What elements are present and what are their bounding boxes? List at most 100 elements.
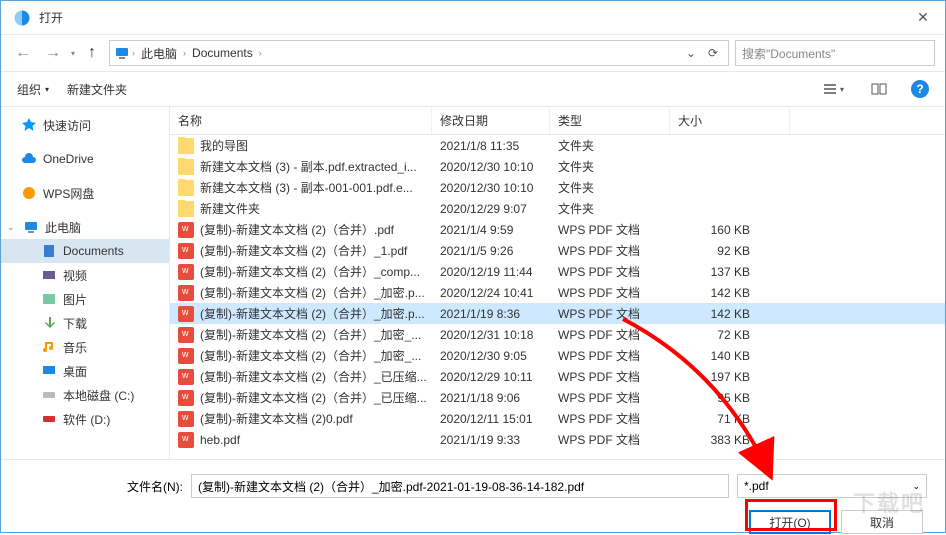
sidebar-item-music[interactable]: 音乐 [1, 335, 169, 359]
folder-icon [178, 180, 194, 196]
pic-icon [41, 291, 57, 307]
desk-icon [41, 363, 57, 379]
folder-icon [178, 138, 194, 154]
wps-icon [21, 185, 37, 201]
app-logo-icon [13, 9, 31, 27]
sidebar-item-star[interactable]: 快速访问 [1, 113, 169, 137]
sidebar-item-cloud[interactable]: OneDrive [1, 147, 169, 171]
soft-icon [41, 411, 57, 427]
file-type: WPS PDF 文档 [550, 410, 670, 427]
pdf-icon [178, 264, 194, 280]
sidebar-item-label: 软件 (D:) [63, 411, 110, 428]
file-name: (复制)-新建文本文档 (2)（合并）_加密.p... [200, 284, 425, 301]
path-refresh-button[interactable]: ⟳ [702, 42, 724, 64]
sidebar-item-monitor[interactable]: ⌄此电脑 [1, 215, 169, 239]
sidebar-item-pic[interactable]: 图片 [1, 287, 169, 311]
sidebar-item-label: 音乐 [63, 339, 87, 356]
help-button[interactable]: ? [911, 80, 929, 98]
file-row[interactable]: (复制)-新建文本文档 (2)（合并）_加密.p...2020/12/24 10… [170, 282, 945, 303]
pdf-icon [178, 348, 194, 364]
sidebar-item-vid[interactable]: 视频 [1, 263, 169, 287]
filename-label: 文件名(N): [1, 478, 183, 495]
sidebar-item-label: 图片 [63, 291, 87, 308]
file-date: 2021/1/5 9:26 [432, 244, 550, 258]
open-button[interactable]: 打开(O) [749, 510, 831, 534]
organize-menu[interactable]: 组织 ▾ [17, 81, 49, 98]
pdf-icon [178, 369, 194, 385]
view-preview-button[interactable] [865, 78, 893, 100]
nav-back-button[interactable]: ← [11, 41, 35, 65]
vid-icon [41, 267, 57, 283]
search-input[interactable]: 搜索"Documents" [735, 40, 935, 66]
file-row[interactable]: 我的导图2021/1/8 11:35文件夹 [170, 135, 945, 156]
file-type: 文件夹 [550, 137, 670, 154]
sidebar-item-wps[interactable]: WPS网盘 [1, 181, 169, 205]
nav-forward-button[interactable]: → [41, 41, 65, 65]
file-type: WPS PDF 文档 [550, 347, 670, 364]
cancel-button[interactable]: 取消 [841, 510, 923, 534]
file-date: 2021/1/4 9:59 [432, 223, 550, 237]
sidebar-item-doc[interactable]: Documents [1, 239, 169, 263]
pdf-icon [178, 327, 194, 343]
sidebar-item-disk[interactable]: 本地磁盘 (C:) [1, 383, 169, 407]
path-segment[interactable]: 此电脑 [137, 43, 181, 64]
file-row[interactable]: (复制)-新建文本文档 (2)（合并）_加密_...2020/12/30 9:0… [170, 345, 945, 366]
file-name: (复制)-新建文本文档 (2)（合并）_已压缩... [200, 368, 427, 385]
file-row[interactable]: (复制)-新建文本文档 (2)（合并）_comp...2020/12/19 11… [170, 261, 945, 282]
path-segment[interactable]: Documents [188, 44, 257, 62]
file-row[interactable]: (复制)-新建文本文档 (2)（合并）_已压缩... 2021/1/18 9:06… [170, 387, 945, 408]
file-type: WPS PDF 文档 [550, 368, 670, 385]
file-type: WPS PDF 文档 [550, 242, 670, 259]
sidebar-item-soft[interactable]: 软件 (D:) [1, 407, 169, 431]
file-row[interactable]: (复制)-新建文本文档 (2)（合并）_加密.p...2021/1/19 8:3… [170, 303, 945, 324]
new-folder-button[interactable]: 新建文件夹 [67, 81, 127, 98]
sidebar-item-label: 下载 [63, 315, 87, 332]
file-row[interactable]: (复制)-新建文本文档 (2)0.pdf2020/12/11 15:01WPS … [170, 408, 945, 429]
filetype-select[interactable]: *.pdf⌄ [737, 474, 927, 498]
filename-input[interactable] [191, 474, 729, 498]
file-name: (复制)-新建文本文档 (2)0.pdf [200, 410, 353, 427]
pdf-icon [178, 390, 194, 406]
path-dropdown-button[interactable]: ⌄ [680, 42, 702, 64]
toolbar: 组织 ▾ 新建文件夹 ▾ ? [1, 71, 945, 107]
sidebar-item-label: OneDrive [43, 152, 94, 166]
file-size: 137 KB [670, 265, 790, 279]
address-bar[interactable]: › 此电脑 › Documents › ⌄ ⟳ [109, 40, 729, 66]
sidebar-item-desk[interactable]: 桌面 [1, 359, 169, 383]
dialog-footer: 文件名(N): *.pdf⌄ 打开(O) 取消 [1, 459, 945, 535]
file-date: 2021/1/18 9:06 [432, 391, 550, 405]
col-type[interactable]: 类型 [550, 107, 670, 134]
file-size: 142 KB [670, 286, 790, 300]
file-date: 2020/12/30 10:10 [432, 181, 550, 195]
col-name[interactable]: 名称 [170, 107, 432, 134]
file-date: 2020/12/30 10:10 [432, 160, 550, 174]
close-button[interactable]: ✕ [903, 3, 943, 33]
nav-up-button[interactable]: ↑ [81, 42, 103, 64]
view-list-button[interactable]: ▾ [819, 78, 847, 100]
file-row[interactable]: (复制)-新建文本文档 (2)（合并）.pdf2021/1/4 9:59WPS … [170, 219, 945, 240]
file-size: 160 KB [670, 223, 790, 237]
file-row[interactable]: 新建文本文档 (3) - 副本.pdf.extracted_i...2020/1… [170, 156, 945, 177]
file-date: 2021/1/19 8:36 [432, 307, 550, 321]
file-row[interactable]: 新建文本文档 (3) - 副本-001-001.pdf.e...2020/12/… [170, 177, 945, 198]
sidebar-item-down[interactable]: 下载 [1, 311, 169, 335]
file-row[interactable]: heb.pdf2021/1/19 9:33WPS PDF 文档383 KB [170, 429, 945, 450]
file-row[interactable]: 新建文件夹2020/12/29 9:07文件夹 [170, 198, 945, 219]
col-size[interactable]: 大小 [670, 107, 790, 134]
col-date[interactable]: 修改日期 [432, 107, 550, 134]
file-type: WPS PDF 文档 [550, 221, 670, 238]
file-size: 140 KB [670, 349, 790, 363]
file-type: WPS PDF 文档 [550, 263, 670, 280]
search-placeholder: 搜索"Documents" [742, 45, 835, 62]
title-bar: 打开 ✕ [1, 1, 945, 35]
file-name: (复制)-新建文本文档 (2)（合并）_已压缩... [200, 389, 427, 406]
pdf-icon [178, 411, 194, 427]
file-name: 我的导图 [200, 137, 248, 154]
file-row[interactable]: (复制)-新建文本文档 (2)（合并）_已压缩...2020/12/29 10:… [170, 366, 945, 387]
file-row[interactable]: (复制)-新建文本文档 (2)（合并）_1.pdf2021/1/5 9:26WP… [170, 240, 945, 261]
file-type: 文件夹 [550, 200, 670, 217]
nav-history-dropdown[interactable]: ▾ [71, 49, 75, 58]
sidebar-item-label: WPS网盘 [43, 185, 94, 202]
sidebar-item-label: 快速访问 [43, 117, 91, 134]
file-row[interactable]: (复制)-新建文本文档 (2)（合并）_加密_...2020/12/31 10:… [170, 324, 945, 345]
